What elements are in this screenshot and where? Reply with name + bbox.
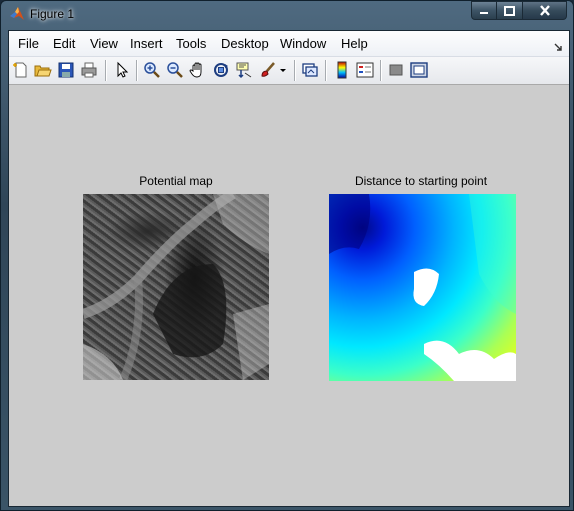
- close-icon: [539, 5, 550, 16]
- show-plot-tools-icon[interactable]: [410, 61, 428, 79]
- data-cursor-icon[interactable]: [235, 61, 253, 79]
- menu-file[interactable]: File: [18, 36, 39, 51]
- maximize-icon: [504, 5, 515, 16]
- figure-window: Figure 1 File Edit View Insert Tools Des…: [0, 0, 574, 511]
- toolbar-separator: [136, 60, 138, 81]
- menu-insert[interactable]: Insert: [130, 36, 163, 51]
- figure-toolbar: [9, 57, 569, 85]
- edit-plot-arrow-icon[interactable]: [113, 61, 131, 79]
- minimize-button[interactable]: [471, 1, 497, 20]
- print-icon[interactable]: [80, 61, 98, 79]
- distance-map-image[interactable]: [329, 194, 516, 381]
- open-file-icon[interactable]: [34, 61, 52, 79]
- menu-edit[interactable]: Edit: [53, 36, 75, 51]
- zoom-out-icon[interactable]: [166, 61, 184, 79]
- menu-window[interactable]: Window: [280, 36, 326, 51]
- pan-hand-icon[interactable]: [189, 61, 207, 79]
- title-bar[interactable]: Figure 1: [1, 1, 573, 29]
- minimize-icon: [480, 11, 488, 14]
- toolbar-separator: [294, 60, 296, 81]
- toolbar-separator: [380, 60, 382, 81]
- distance-map-overlay: [329, 194, 516, 381]
- figure-client-area: File Edit View Insert Tools Desktop Wind…: [8, 30, 570, 507]
- insert-legend-icon[interactable]: [356, 61, 374, 79]
- save-icon[interactable]: [57, 61, 75, 79]
- menu-help[interactable]: Help: [341, 36, 368, 51]
- figure-canvas: Potential map Distance to starting point: [9, 85, 569, 506]
- window-controls: [471, 1, 567, 20]
- potential-map-terrain: [83, 194, 269, 380]
- brush-dropdown-icon[interactable]: [279, 61, 287, 79]
- potential-map-image[interactable]: [83, 194, 269, 380]
- left-axes-title: Potential map: [139, 174, 213, 188]
- menu-bar: File Edit View Insert Tools Desktop Wind…: [9, 31, 569, 57]
- matlab-logo-icon: [9, 6, 25, 22]
- toolbar-separator: [325, 60, 327, 81]
- dock-arrow-icon[interactable]: [554, 39, 563, 51]
- maximize-button[interactable]: [497, 1, 523, 20]
- menu-desktop[interactable]: Desktop: [221, 36, 269, 51]
- hide-plot-tools-icon[interactable]: [387, 61, 405, 79]
- menu-view[interactable]: View: [90, 36, 118, 51]
- window-title: Figure 1: [30, 7, 75, 21]
- right-axes-title: Distance to starting point: [354, 174, 488, 188]
- toolbar-separator: [105, 60, 107, 81]
- close-button[interactable]: [523, 1, 567, 20]
- link-plot-icon[interactable]: [301, 61, 319, 79]
- insert-colorbar-icon[interactable]: [333, 61, 351, 79]
- new-figure-icon[interactable]: [12, 61, 30, 79]
- rotate-3d-icon[interactable]: [212, 61, 230, 79]
- menu-tools[interactable]: Tools: [176, 36, 206, 51]
- zoom-in-icon[interactable]: [143, 61, 161, 79]
- brush-icon[interactable]: [259, 61, 277, 79]
